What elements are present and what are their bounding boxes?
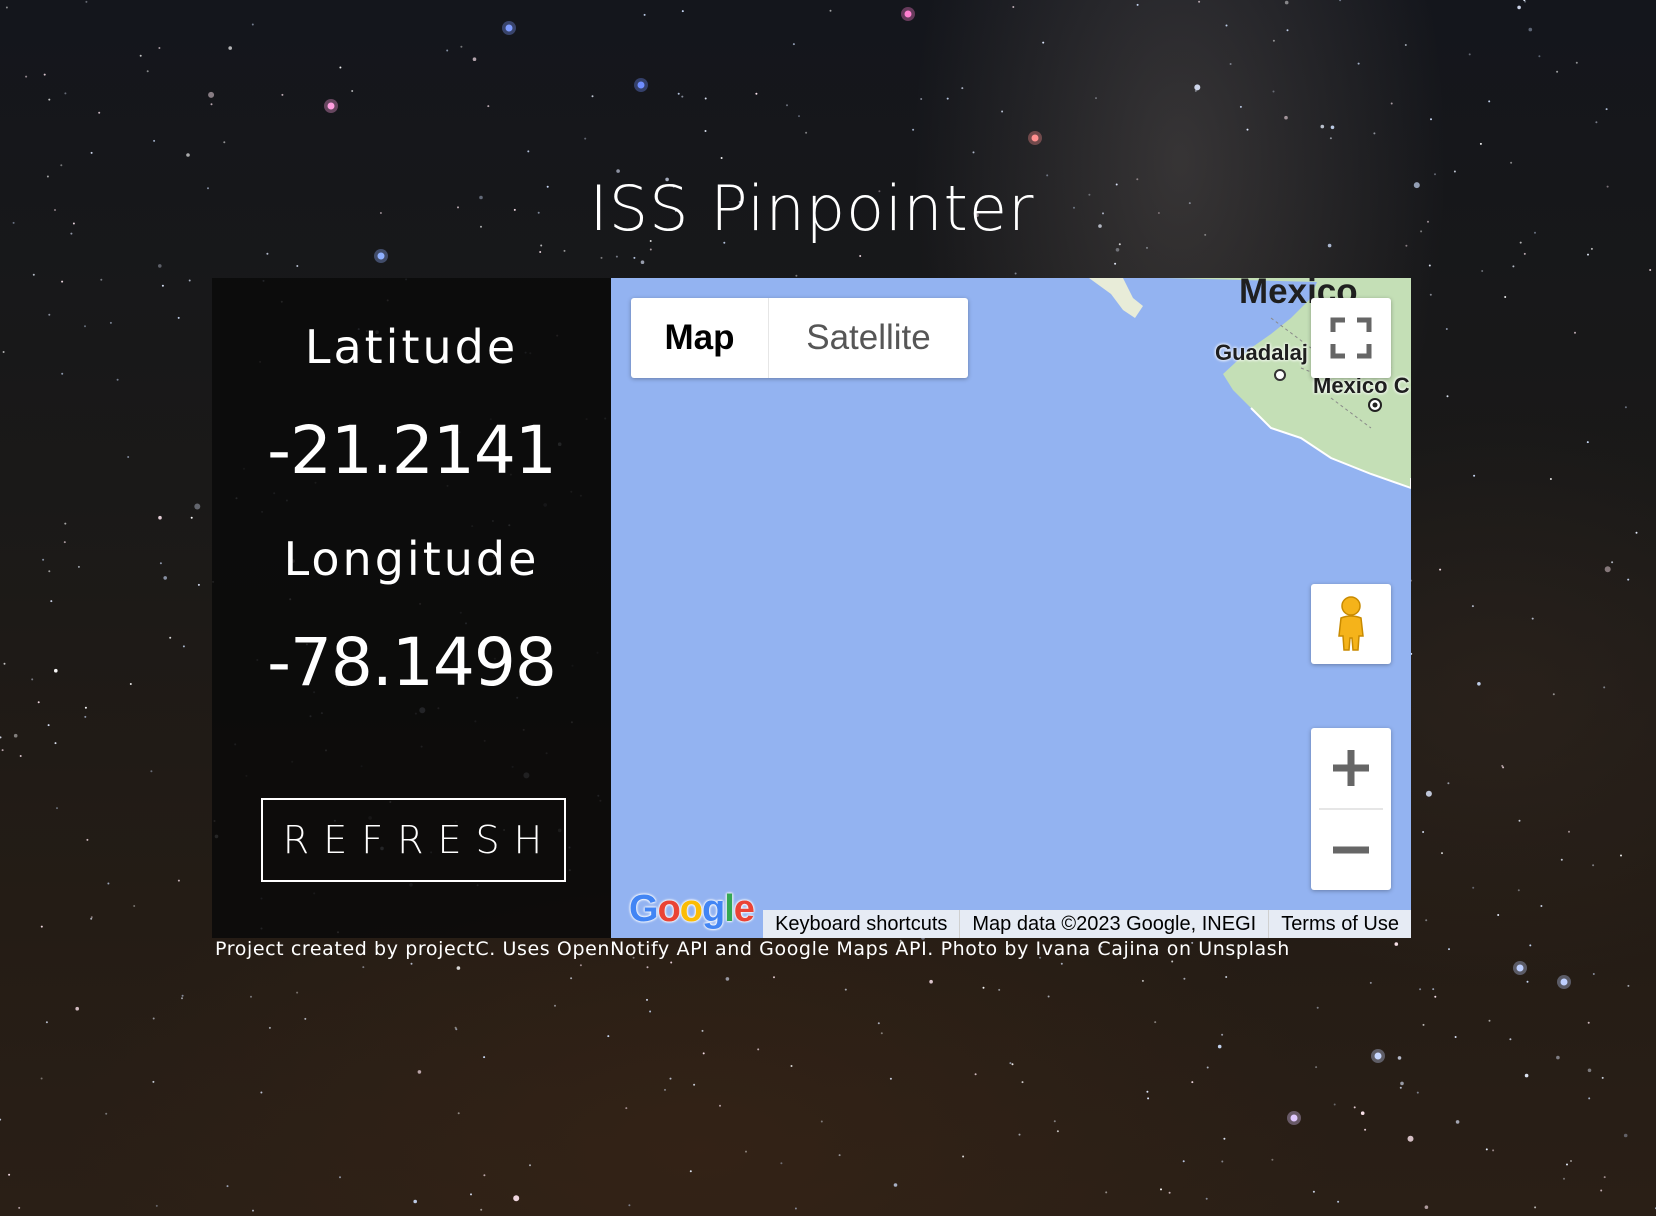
zoom-out-button[interactable]	[1311, 810, 1391, 890]
map-type-map-button[interactable]: Map	[631, 298, 769, 378]
zoom-in-button[interactable]	[1311, 728, 1391, 808]
fullscreen-icon	[1330, 317, 1372, 359]
map-data-attribution: Map data ©2023 Google, INEGI	[959, 910, 1268, 938]
map-attribution-bar: Keyboard shortcuts Map data ©2023 Google…	[763, 910, 1411, 938]
longitude-value: -78.1498	[267, 624, 557, 701]
keyboard-shortcuts-link[interactable]: Keyboard shortcuts	[763, 910, 959, 938]
zoom-control	[1311, 728, 1391, 890]
latitude-label: Latitude	[304, 320, 519, 374]
fullscreen-button[interactable]	[1311, 298, 1391, 378]
plus-icon	[1333, 750, 1369, 786]
map-view[interactable]: Mexico Guadalaj Mexico C Map Satellite G…	[611, 278, 1411, 938]
page-title: ISS Pinpointer	[589, 172, 1035, 245]
coordinates-panel: Latitude -21.2141 Longitude -78.1498 REF…	[212, 278, 611, 938]
map-type-satellite-button[interactable]: Satellite	[769, 298, 968, 378]
minus-icon	[1333, 846, 1369, 854]
refresh-button[interactable]: REFRESH	[261, 798, 566, 882]
google-logo[interactable]: Google	[629, 888, 755, 931]
terms-of-use-link[interactable]: Terms of Use	[1268, 910, 1411, 938]
pegman-icon	[1338, 596, 1364, 651]
map-type-control: Map Satellite	[631, 298, 968, 378]
footer-credits: Project created by projectC. Uses OpenNo…	[215, 938, 1290, 960]
longitude-label: Longitude	[283, 532, 540, 586]
latitude-value: -21.2141	[267, 412, 557, 489]
map-label-city: Guadalaj	[1215, 340, 1308, 365]
street-view-button[interactable]	[1311, 584, 1391, 664]
